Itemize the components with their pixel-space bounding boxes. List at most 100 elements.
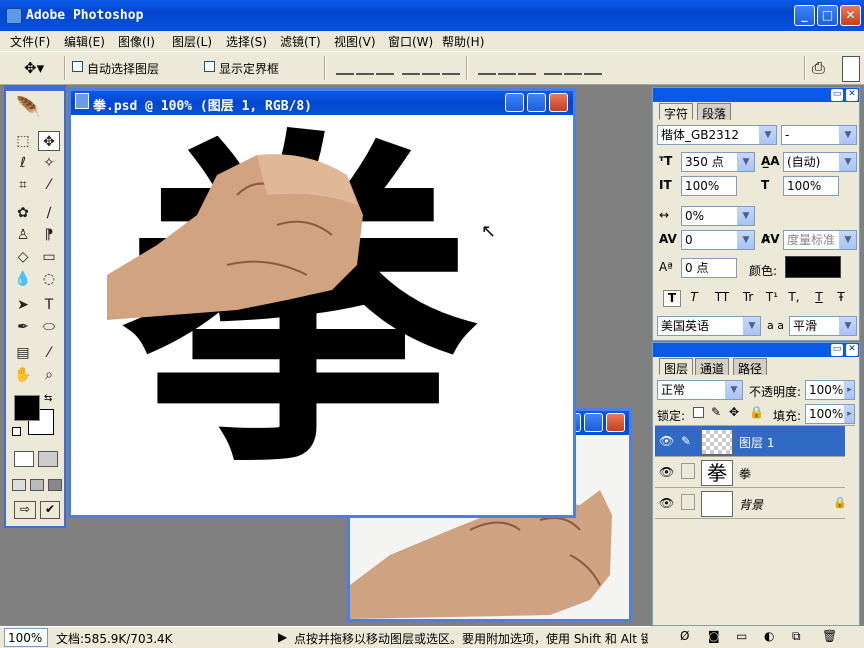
font-style-select[interactable]: - ▼ — [781, 125, 857, 145]
small-caps-button[interactable]: Tr — [737, 290, 759, 304]
character-palette-close-button[interactable]: ✕ — [846, 89, 858, 101]
lock-position-icon[interactable]: ✥ — [729, 405, 739, 419]
quick-mask-mode-icon[interactable] — [38, 451, 58, 467]
align-right-icon[interactable] — [442, 61, 460, 78]
palette-well-icon[interactable] — [842, 56, 860, 82]
move-tool-icon[interactable]: ✥ — [38, 131, 60, 151]
link-slot-icon[interactable] — [681, 463, 695, 479]
link-slot-icon[interactable] — [681, 494, 695, 510]
kerning-select[interactable]: 0 ▼ — [681, 230, 755, 250]
layer-set-icon[interactable]: ▭ — [736, 629, 747, 643]
type-tool-icon[interactable]: T — [38, 295, 60, 315]
default-colors-icon[interactable] — [12, 427, 21, 436]
layer-row-1[interactable]: 👁 ✎ 图层 1 — [655, 426, 845, 457]
shape-tool-icon[interactable]: ⬭ — [38, 317, 60, 337]
align-vcenter-icon[interactable] — [356, 61, 374, 78]
path-selection-tool-icon[interactable]: ➤ — [12, 295, 34, 315]
menu-help[interactable]: 帮助(H) — [442, 33, 484, 50]
gradient-tool-icon[interactable]: ▭ — [38, 247, 60, 267]
zoom-input[interactable]: 100% — [4, 628, 48, 647]
font-size-select[interactable]: 350 点 ▼ — [681, 152, 755, 172]
magic-wand-tool-icon[interactable]: ✧ — [38, 153, 60, 173]
eye-icon[interactable]: 👁 — [659, 465, 674, 479]
adjustment-layer-icon[interactable]: ◐ — [764, 629, 774, 643]
lock-transparency-icon[interactable] — [693, 407, 704, 418]
anti-alias-select[interactable]: 平滑 ▼ — [789, 316, 857, 336]
menu-image[interactable]: 图像(I) — [118, 33, 155, 50]
notes-tool-icon[interactable]: ▤ — [12, 343, 34, 363]
menu-select[interactable]: 选择(S) — [226, 33, 267, 50]
layers-palette-close-button[interactable]: ✕ — [846, 344, 858, 356]
layer-mask-icon[interactable]: ◙ — [708, 629, 720, 643]
align-hcenter-icon[interactable] — [422, 61, 440, 78]
eye-icon[interactable]: 👁 — [659, 434, 674, 448]
blend-mode-select[interactable]: 正常 ▼ — [657, 380, 743, 400]
new-layer-icon[interactable]: ⧉ — [792, 629, 801, 644]
screen-mode-full-icon[interactable] — [48, 479, 62, 491]
document-window-main[interactable]: 拳.psd @ 100% (图层 1, RGB/8) 拳 ↖ — [68, 88, 576, 518]
lasso-tool-icon[interactable]: ℓ — [12, 153, 34, 173]
doc2-maximize-button[interactable] — [584, 413, 603, 432]
brush-link-icon[interactable]: ✎ — [681, 434, 691, 448]
layer-row-2[interactable]: 👁 拳 拳 — [655, 457, 845, 488]
distribute-bottom-icon[interactable] — [518, 61, 536, 78]
jump-to-imageready-icon[interactable]: ⇨ — [14, 501, 36, 519]
distribute-left-icon[interactable] — [544, 61, 562, 78]
close-button[interactable]: ✕ — [840, 5, 861, 26]
status-arrow-icon[interactable]: ▶ — [278, 630, 287, 644]
faux-bold-button[interactable]: T — [663, 290, 681, 307]
font-family-select[interactable]: 楷体_GB2312 ▼ — [657, 125, 777, 145]
eye-icon[interactable]: 👁 — [659, 496, 674, 510]
dodge-tool-icon[interactable]: ◌ — [38, 269, 60, 289]
move-tool-preset-icon[interactable]: ✥▾ — [24, 59, 44, 77]
distribute-hcenter-icon[interactable] — [564, 61, 582, 78]
superscript-button[interactable]: T¹ — [761, 290, 783, 304]
strikethrough-button[interactable]: Ŧ — [833, 290, 849, 304]
fill-input[interactable]: 100% ▸ — [805, 404, 855, 424]
doc1-maximize-button[interactable] — [527, 93, 546, 112]
auto-select-checkbox[interactable] — [72, 61, 83, 75]
lock-pixels-icon[interactable]: ✎ — [711, 405, 721, 419]
file-browser-icon[interactable]: ⎙ — [812, 58, 825, 78]
blur-tool-icon[interactable]: 💧 — [12, 269, 34, 289]
doc1-close-button[interactable] — [549, 93, 568, 112]
trash-icon[interactable]: 🗑 — [822, 629, 837, 643]
doc1-canvas[interactable]: 拳 ↖ — [71, 115, 573, 515]
lock-all-icon[interactable]: 🔒 — [749, 405, 764, 419]
language-select[interactable]: 美国英语 ▼ — [657, 316, 761, 336]
show-bounds-checkbox[interactable] — [204, 61, 215, 75]
feather-logo-icon[interactable]: 🪶 — [16, 95, 60, 123]
distribute-right-icon[interactable] — [584, 61, 602, 78]
baseline-shift-input[interactable]: 0 点 — [681, 258, 737, 278]
menu-window[interactable]: 窗口(W) — [388, 33, 433, 50]
all-caps-button[interactable]: TT — [711, 290, 733, 304]
horizontal-scale-input[interactable]: 100% — [783, 176, 839, 196]
pen-tool-icon[interactable]: ✒ — [12, 317, 34, 337]
screen-mode-standard-icon[interactable] — [12, 479, 26, 491]
screen-mode-menus-icon[interactable] — [30, 479, 44, 491]
menu-edit[interactable]: 编辑(E) — [64, 33, 105, 50]
faux-italic-button[interactable]: T — [685, 290, 703, 304]
layer-row-3[interactable]: 👁 背景 🔒 — [655, 488, 847, 519]
leading-select[interactable]: (自动) ▼ — [783, 152, 857, 172]
clone-stamp-tool-icon[interactable]: ♙ — [12, 225, 34, 245]
marquee-tool-icon[interactable]: ⬚ — [12, 131, 34, 151]
eraser-tool-icon[interactable]: ◇ — [12, 247, 34, 267]
layer-style-icon[interactable]: Ø — [680, 629, 689, 643]
doc1-minimize-button[interactable] — [505, 93, 524, 112]
tab-character[interactable]: 字符 — [659, 103, 694, 121]
distribute-vcenter-icon[interactable] — [498, 61, 516, 78]
zoom-tool-icon[interactable]: ⌕ — [38, 365, 60, 385]
imageready-app-icon[interactable]: ✔ — [40, 501, 60, 519]
maximize-button[interactable]: □ — [817, 5, 838, 26]
tracking-select[interactable]: 0% ▼ — [681, 206, 755, 226]
foreground-color-swatch-top[interactable] — [14, 395, 40, 421]
character-palette-minimize-button[interactable]: ▭ — [831, 89, 843, 101]
underline-button[interactable]: T — [811, 290, 827, 304]
swap-colors-icon[interactable]: ⇆ — [44, 393, 52, 404]
subscript-button[interactable]: T, — [783, 290, 805, 304]
align-top-icon[interactable] — [336, 61, 354, 78]
minimize-button[interactable]: _ — [794, 5, 815, 26]
tab-paths[interactable]: 路径 — [733, 358, 768, 376]
tab-paragraph[interactable]: 段落 — [697, 103, 732, 121]
